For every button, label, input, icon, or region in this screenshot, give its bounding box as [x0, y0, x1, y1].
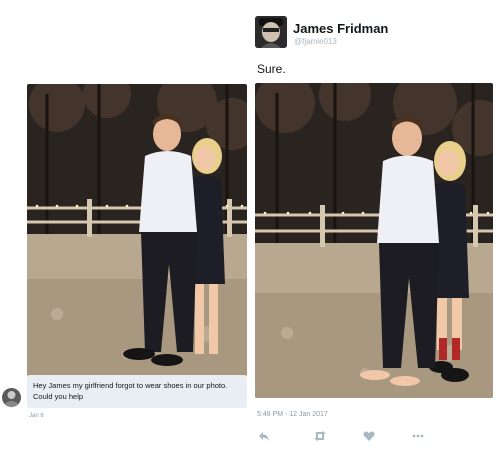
reply-icon[interactable]: [258, 430, 270, 445]
original-photo: [27, 84, 247, 376]
retweet-icon[interactable]: [313, 430, 327, 445]
author-handle[interactable]: @fjamie013: [294, 37, 337, 46]
author-name[interactable]: James Fridman: [293, 21, 388, 36]
tweet-actions: [258, 430, 428, 444]
edited-photo[interactable]: [255, 83, 493, 398]
more-icon[interactable]: [411, 430, 425, 445]
message-date: Jan 6: [29, 413, 44, 419]
message-text: Hey James my girlfriend forgot to wear s…: [33, 381, 228, 401]
author-avatar[interactable]: [255, 16, 287, 48]
like-icon[interactable]: [363, 430, 375, 445]
sender-avatar[interactable]: [2, 388, 21, 407]
tweet-text: Sure.: [257, 62, 286, 76]
tweet-timestamp[interactable]: 5:48 PM - 12 Jan 2017: [257, 411, 328, 418]
